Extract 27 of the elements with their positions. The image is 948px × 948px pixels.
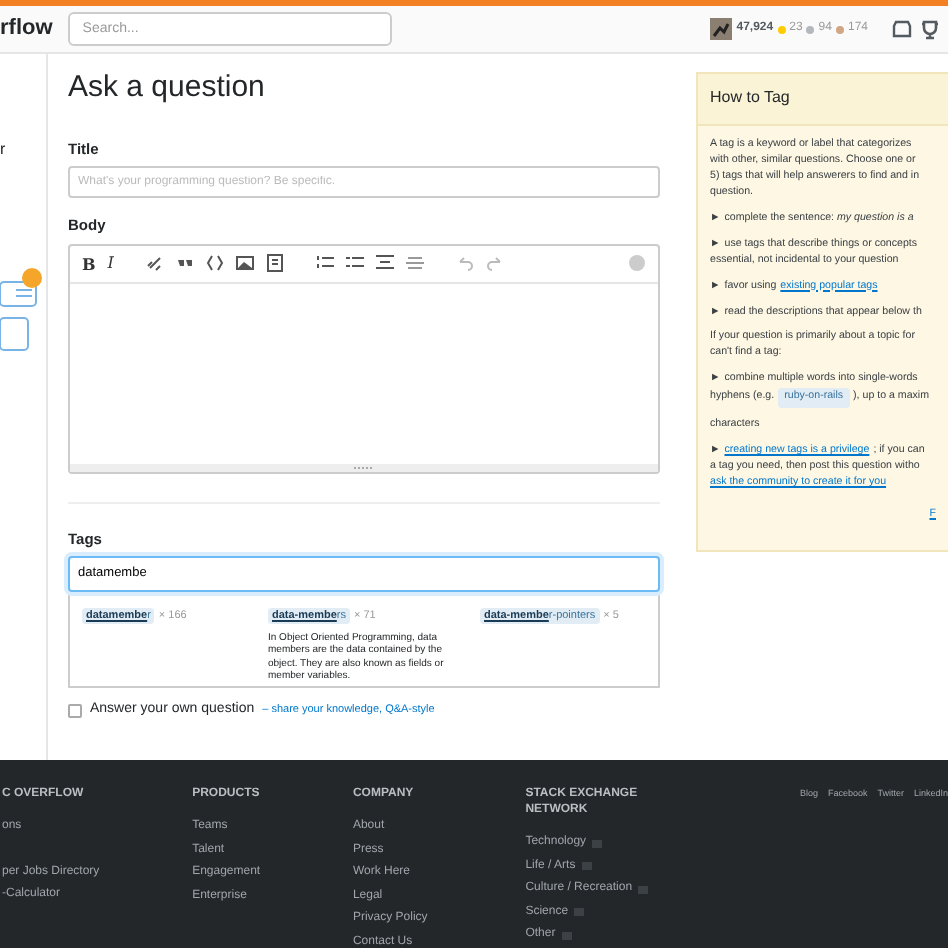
panel-title: How to Tag [698,74,948,126]
link-icon[interactable] [145,254,164,272]
logo-text[interactable]: rflow [0,12,53,46]
more-icon[interactable] [638,885,649,894]
quote-icon[interactable] [175,254,194,272]
more-icon[interactable] [561,931,572,940]
avatar-icon [710,18,733,40]
trophy-icon[interactable] [920,19,940,39]
code-icon[interactable] [205,254,224,272]
snippet-icon[interactable] [265,254,284,272]
undo-icon[interactable] [455,254,474,272]
horizontal-rule-icon[interactable] [405,254,424,272]
numbered-list-icon[interactable] [315,254,334,272]
more-icon[interactable] [574,908,585,917]
italic-button[interactable]: I [107,251,114,275]
more-icon[interactable] [592,839,603,848]
checkbox[interactable] [68,703,82,717]
more-icon[interactable] [581,862,592,871]
bold-button[interactable]: B [82,251,96,275]
bullet-list-icon[interactable] [345,254,364,272]
help-icon[interactable] [628,254,646,272]
image-icon[interactable] [235,254,254,272]
sidebar-text: r [0,138,8,162]
page-title: Ask a question [68,70,267,106]
heading-icon[interactable] [375,254,394,272]
inbox-icon[interactable] [892,19,912,37]
redo-icon[interactable] [485,254,504,272]
